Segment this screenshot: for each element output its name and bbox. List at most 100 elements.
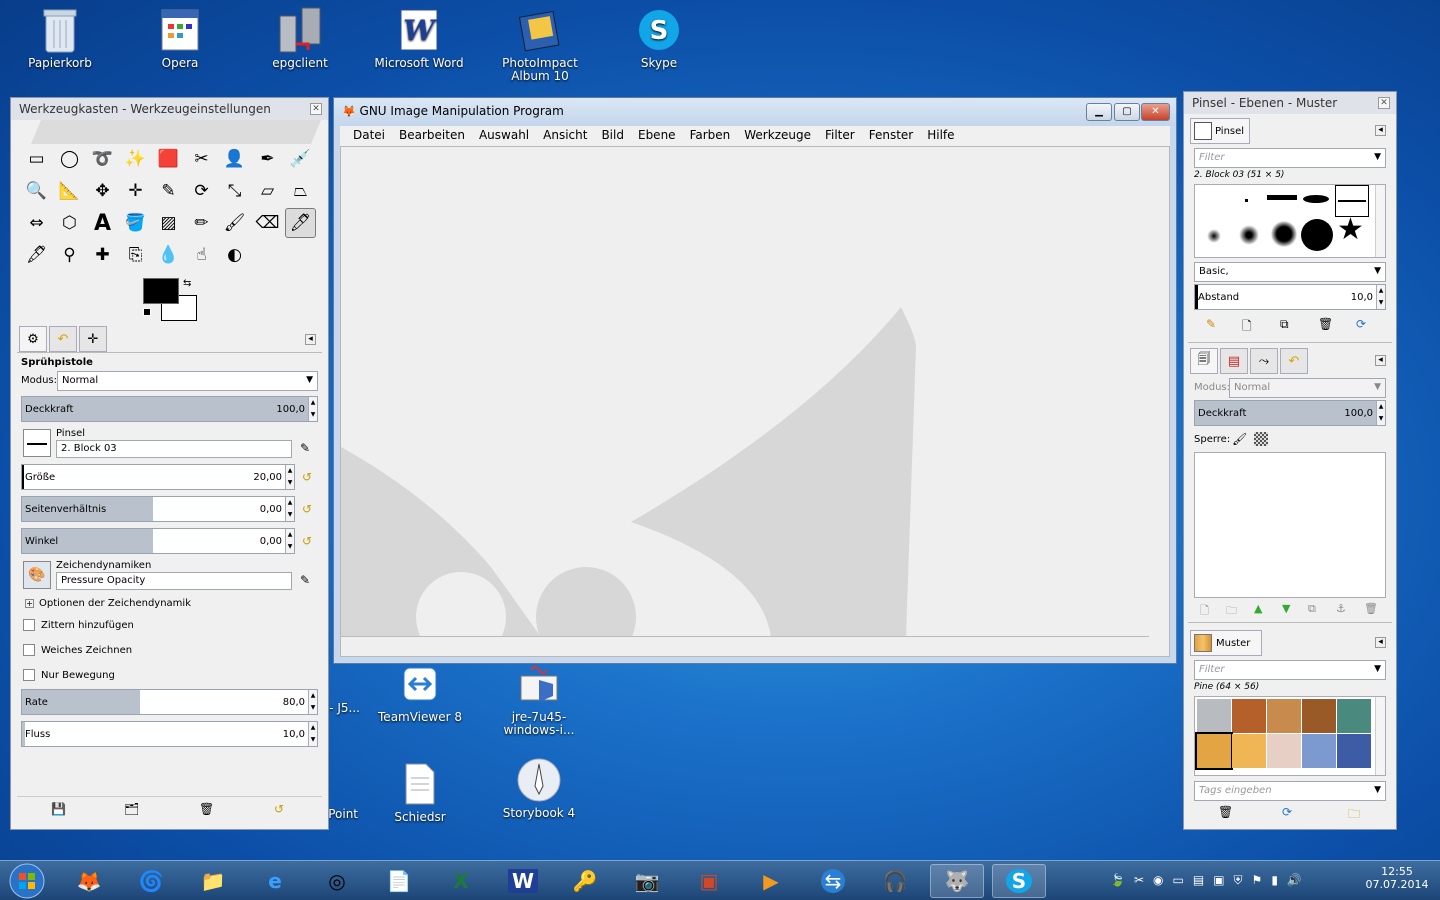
tab-device-status[interactable]: ✛ — [79, 326, 107, 352]
delete-layer-icon[interactable]: 🗑 — [1364, 602, 1378, 615]
pattern-item[interactable] — [1337, 699, 1371, 733]
empty-canvas[interactable] — [340, 146, 1170, 657]
new-brush-icon[interactable]: 🗋 — [1242, 317, 1252, 338]
tab-undo[interactable]: ↶ — [1280, 348, 1308, 374]
tab-undo-history[interactable]: ↶ — [49, 326, 77, 352]
brush-tag-select[interactable]: Basic, ▼ — [1194, 262, 1386, 282]
default-colors-icon[interactable] — [143, 308, 151, 316]
jitter-checkbox[interactable]: Zittern hinzufügen — [23, 619, 134, 631]
zoom-tool-icon[interactable]: 🔍 — [21, 176, 52, 206]
pattern-item-selected[interactable] — [1195, 732, 1233, 770]
brush-filter-input[interactable]: Filter ▼ — [1194, 148, 1386, 168]
angle-spinner[interactable]: ▲ ▼ — [285, 529, 294, 553]
color-select-tool-icon[interactable]: 🟥 — [153, 144, 184, 174]
panel-menu-icon[interactable]: ◂ — [1375, 355, 1386, 366]
desktop-icon-microsoft-word[interactable]: W Microsoft Word — [364, 6, 474, 70]
spacing-spinner[interactable]: ▲ ▼ — [1376, 285, 1385, 309]
taskbar-browser[interactable]: 🌀 — [124, 864, 178, 898]
size-slider[interactable]: Größe 20,00 ▲ ▼ — [21, 464, 295, 490]
eraser-tool-icon[interactable]: ⌫ — [252, 208, 283, 238]
lock-alpha-icon[interactable] — [1254, 432, 1268, 446]
raise-layer-icon[interactable]: ▲ — [1254, 602, 1262, 615]
panel-menu-icon[interactable]: ◂ — [305, 334, 316, 345]
rate-spinner[interactable]: ▲ ▼ — [308, 690, 317, 714]
ellipse-select-tool-icon[interactable]: ◯ — [54, 144, 85, 174]
tab-channels[interactable]: ▤ — [1220, 348, 1248, 374]
reset-aspect-icon[interactable]: ↺ — [302, 502, 312, 516]
taskbar-keepass[interactable]: 🔑 — [558, 864, 612, 898]
save-options-icon[interactable]: 💾 — [51, 802, 66, 816]
rect-select-tool-icon[interactable]: ▭ — [21, 144, 52, 174]
perspective-clone-tool-icon[interactable]: ⎘ — [120, 240, 151, 270]
panel-menu-icon[interactable]: ◂ — [1375, 125, 1386, 136]
restore-options-icon[interactable]: 🗂 — [124, 802, 139, 816]
measure-tool-icon[interactable]: 📐 — [54, 176, 85, 206]
align-tool-icon[interactable]: ✛ — [120, 176, 151, 206]
minimize-button[interactable]: ▁ — [1086, 103, 1112, 121]
flow-slider[interactable]: Fluss 10,0 ▲ ▼ — [21, 721, 318, 747]
tray-volume-icon[interactable]: 🔊 — [1287, 873, 1302, 888]
clone-tool-icon[interactable]: ⚲ — [54, 240, 85, 270]
edit-brush-icon[interactable]: ✎ — [1206, 317, 1216, 331]
cage-tool-icon[interactable]: ⬡ — [54, 208, 85, 238]
smooth-checkbox[interactable]: Weiches Zeichnen — [23, 644, 132, 656]
menu-auswahl[interactable]: Auswahl — [472, 126, 536, 146]
checkbox-box[interactable] — [23, 669, 35, 681]
tray-evernote-icon[interactable]: 🍃 — [1110, 873, 1125, 888]
spacing-slider[interactable]: Abstand 10,0 ▲ ▼ — [1194, 284, 1386, 310]
airbrush-tool-icon[interactable]: 🖊 — [285, 208, 316, 238]
menu-farben[interactable]: Farben — [683, 126, 738, 146]
taskbar-teamviewer[interactable]: ⇆ — [806, 864, 860, 898]
tray-device-icon[interactable]: ▭ — [1173, 873, 1184, 888]
taskbar-media-player[interactable]: ▶ — [744, 864, 798, 898]
delete-pattern-icon[interactable]: 🗑 — [1218, 805, 1233, 819]
brush-item[interactable] — [1301, 219, 1333, 251]
edit-dynamics-icon[interactable]: ✎ — [300, 573, 310, 587]
edit-brush-icon[interactable]: ✎ — [300, 441, 310, 455]
close-button[interactable]: ✕ — [1141, 103, 1170, 121]
tab-layers[interactable]: 🗐 — [1190, 348, 1218, 374]
menu-bild[interactable]: Bild — [594, 126, 631, 146]
layers-list[interactable] — [1194, 452, 1386, 598]
tray-network-icon[interactable]: ▮ — [1271, 873, 1278, 888]
color-picker-tool-icon[interactable]: 💉 — [285, 144, 316, 174]
pattern-filter-input[interactable]: Filter ▼ — [1194, 660, 1386, 680]
pattern-item[interactable] — [1267, 734, 1301, 768]
tray-flag-icon[interactable]: ⚑ — [1252, 873, 1263, 888]
menu-ansicht[interactable]: Ansicht — [536, 126, 594, 146]
duplicate-brush-icon[interactable]: ⧉ — [1280, 317, 1289, 332]
taskbar-excel[interactable]: X — [434, 864, 488, 898]
tray-tool-icon[interactable]: ✂ — [1134, 873, 1144, 888]
brush-item[interactable] — [1267, 195, 1297, 200]
aspect-ratio-spinner[interactable]: ▲ ▼ — [285, 497, 294, 521]
pattern-item[interactable] — [1197, 699, 1231, 733]
taskbar-app-ring[interactable]: ◎ — [310, 864, 364, 898]
taskbar-word[interactable]: W — [496, 864, 550, 898]
desktop-icon-recycle-bin[interactable]: Papierkorb — [5, 6, 115, 70]
maximize-button[interactable]: ▢ — [1114, 103, 1140, 121]
angle-slider[interactable]: Winkel 0,00 ▲ ▼ — [21, 528, 295, 554]
taskbar-pdf[interactable]: 📄 — [372, 864, 426, 898]
taskbar-explorer[interactable]: 📁 — [186, 864, 240, 898]
pattern-item[interactable] — [1232, 734, 1266, 768]
menu-ebene[interactable]: Ebene — [631, 126, 683, 146]
refresh-brushes-icon[interactable]: ⟳ — [1356, 317, 1366, 331]
rate-slider[interactable]: Rate 80,0 ▲ ▼ — [21, 689, 318, 715]
tray-office-icon[interactable]: ▤ — [1193, 873, 1204, 888]
layers-mode-select[interactable]: Normal ▼ — [1229, 378, 1386, 398]
aspect-ratio-slider[interactable]: Seitenverhältnis 0,00 ▲ ▼ — [21, 496, 295, 522]
brush-item[interactable] — [1245, 199, 1248, 202]
delete-brush-icon[interactable]: 🗑 — [1318, 317, 1333, 331]
paths-tool-icon[interactable]: ✒ — [252, 144, 283, 174]
brush-item[interactable] — [1239, 225, 1259, 245]
heal-tool-icon[interactable]: ✚ — [87, 240, 118, 270]
flip-tool-icon[interactable]: ⇔ — [21, 208, 52, 238]
brush-preview[interactable] — [23, 429, 51, 457]
motion-only-checkbox[interactable]: Nur Bewegung — [23, 669, 115, 681]
delete-options-icon[interactable]: 🗑 — [199, 802, 214, 816]
brush-item[interactable] — [1303, 195, 1329, 203]
checkbox-box[interactable] — [23, 619, 35, 631]
tab-brushes[interactable]: Pinsel — [1190, 118, 1250, 144]
rotate-tool-icon[interactable]: ⟳ — [186, 176, 217, 206]
dynamics-icon[interactable]: 🎨 — [23, 561, 51, 589]
